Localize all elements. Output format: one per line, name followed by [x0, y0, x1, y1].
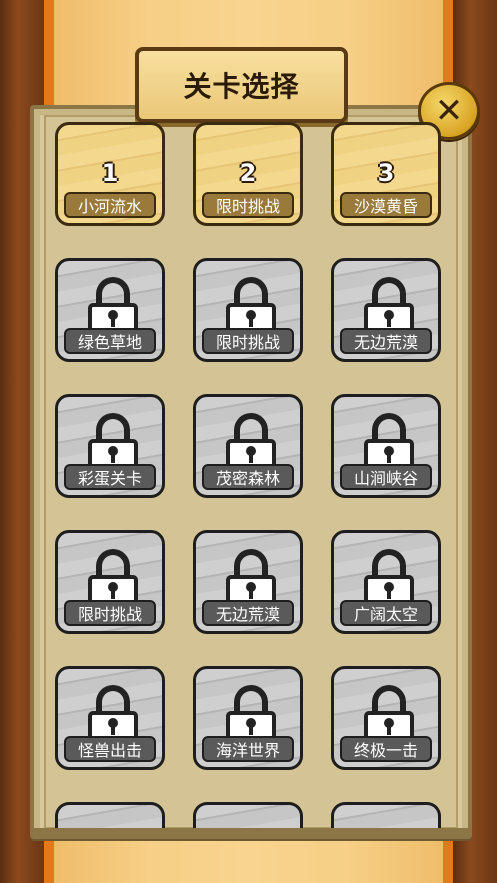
page-title: 关卡选择 — [183, 70, 300, 103]
level-tile-partial[interactable] — [331, 802, 441, 830]
level-name: 海洋世界 — [202, 736, 294, 762]
level-name: 无边荒漠 — [340, 328, 432, 354]
level-name: 山涧峡谷 — [340, 464, 432, 490]
level-name: 限时挑战 — [64, 600, 156, 626]
level-name: 小河流水 — [64, 192, 156, 218]
level-tile-7[interactable]: 彩蛋关卡 — [55, 394, 165, 498]
level-number: 1 — [101, 159, 119, 187]
lock-icon — [88, 277, 138, 335]
level-tile-15[interactable]: 终极一击 — [331, 666, 441, 770]
level-name: 限时挑战 — [202, 328, 294, 354]
level-number: 2 — [239, 159, 257, 187]
lock-icon — [226, 685, 276, 743]
level-name: 无边荒漠 — [202, 600, 294, 626]
level-tile-10[interactable]: 限时挑战 — [55, 530, 165, 634]
lock-icon — [88, 685, 138, 743]
level-tile-14[interactable]: 海洋世界 — [193, 666, 303, 770]
level-tile-partial[interactable] — [193, 802, 303, 830]
level-name: 广阔太空 — [340, 600, 432, 626]
level-number: 3 — [377, 159, 395, 187]
level-name: 绿色草地 — [64, 328, 156, 354]
level-tile-5[interactable]: 限时挑战 — [193, 258, 303, 362]
lock-icon — [226, 413, 276, 471]
level-name: 彩蛋关卡 — [64, 464, 156, 490]
level-tile-6[interactable]: 无边荒漠 — [331, 258, 441, 362]
panel-bottom-edge — [30, 828, 472, 836]
level-tile-13[interactable]: 怪兽出击 — [55, 666, 165, 770]
lock-icon — [364, 413, 414, 471]
level-tile-9[interactable]: 山涧峡谷 — [331, 394, 441, 498]
level-tile-1[interactable]: 1 小河流水 — [55, 122, 165, 226]
lock-icon — [226, 549, 276, 607]
level-name: 限时挑战 — [202, 192, 294, 218]
level-name: 终极一击 — [340, 736, 432, 762]
level-name: 沙漠黄昏 — [340, 192, 432, 218]
level-name: 怪兽出击 — [64, 736, 156, 762]
level-tile-partial[interactable] — [55, 802, 165, 830]
level-tile-8[interactable]: 茂密森林 — [193, 394, 303, 498]
lock-icon — [226, 277, 276, 335]
title-board: 关卡选择 — [135, 47, 348, 123]
level-tile-3[interactable]: 3 沙漠黄昏 — [331, 122, 441, 226]
lock-icon — [364, 277, 414, 335]
lock-icon — [88, 413, 138, 471]
lock-icon — [88, 549, 138, 607]
close-icon: ✕ — [434, 91, 464, 131]
level-tile-12[interactable]: 广阔太空 — [331, 530, 441, 634]
level-tile-4[interactable]: 绿色草地 — [55, 258, 165, 362]
lock-icon — [364, 685, 414, 743]
level-tile-11[interactable]: 无边荒漠 — [193, 530, 303, 634]
lock-icon — [364, 549, 414, 607]
level-name: 茂密森林 — [202, 464, 294, 490]
level-tile-2[interactable]: 2 限时挑战 — [193, 122, 303, 226]
